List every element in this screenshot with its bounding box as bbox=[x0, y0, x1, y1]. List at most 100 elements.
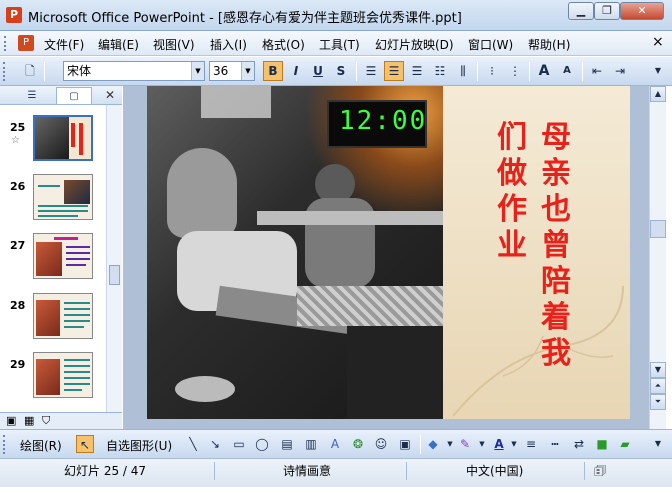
slideshow-icon[interactable]: ⛉ bbox=[42, 414, 50, 428]
picture-icon[interactable]: ▣ bbox=[396, 435, 414, 453]
diagram-icon[interactable]: ❂ bbox=[349, 435, 367, 453]
menu-view[interactable]: 视图(V) bbox=[153, 36, 195, 53]
close-icon: ✕ bbox=[637, 4, 647, 17]
chevron-down-icon[interactable]: ▼ bbox=[510, 435, 518, 453]
chevron-down-icon[interactable]: ▼ bbox=[446, 435, 454, 453]
slides-icon: ▢ bbox=[69, 91, 79, 102]
menu-insert[interactable]: 插入(I) bbox=[210, 36, 247, 53]
dash-style-icon[interactable]: ┅ bbox=[546, 435, 564, 453]
align-right-icon[interactable]: ☰ bbox=[407, 61, 427, 81]
spelling-check-icon[interactable]: 🗊 bbox=[594, 462, 606, 484]
slide-sorter-icon[interactable]: ▦ bbox=[24, 414, 34, 427]
chevron-down-icon[interactable]: ▼ bbox=[241, 62, 254, 80]
next-slide-icon[interactable]: ⏷ bbox=[650, 394, 666, 410]
clipart-icon[interactable]: ☺ bbox=[372, 435, 390, 453]
slides-panel-scrollbar[interactable] bbox=[106, 105, 122, 412]
slide-vertical-scrollbar[interactable]: ▲ ▼ ⏶ ⏷ bbox=[649, 86, 666, 429]
restore-button[interactable]: ❐ bbox=[594, 2, 620, 20]
line-style-icon[interactable]: ≡ bbox=[522, 435, 540, 453]
decrease-font-size-button[interactable]: A bbox=[557, 61, 577, 81]
scroll-down-icon[interactable]: ▼ bbox=[650, 362, 666, 378]
close-button[interactable]: ✕ bbox=[620, 2, 664, 20]
italic-button[interactable]: I bbox=[286, 61, 306, 81]
arrow-icon[interactable]: ↘ bbox=[206, 435, 224, 453]
wordart-icon[interactable]: A bbox=[326, 435, 344, 453]
slide-number: 25 bbox=[10, 121, 26, 134]
numbering-icon[interactable]: ⁝ bbox=[482, 61, 502, 81]
toolbar-grip[interactable] bbox=[3, 62, 6, 81]
menubar-grip[interactable] bbox=[4, 36, 7, 51]
slide-thumbnail-27[interactable]: 27 bbox=[0, 231, 106, 287]
menu-window[interactable]: 窗口(W) bbox=[468, 36, 513, 53]
rectangle-icon[interactable]: ▭ bbox=[230, 435, 248, 453]
underline-button[interactable]: U bbox=[308, 61, 328, 81]
slide-title-line1[interactable]: 母亲也曾陪着我 bbox=[535, 120, 577, 372]
font-name-select[interactable]: 宋体 ▼ bbox=[63, 61, 205, 81]
status-separator bbox=[214, 462, 215, 480]
toolbar-options-icon[interactable]: ▼ bbox=[651, 61, 665, 81]
distribute-icon[interactable]: ☷ bbox=[430, 61, 450, 81]
3d-style-icon[interactable]: ▰ bbox=[616, 435, 634, 453]
decrease-indent-icon[interactable]: ⇤ bbox=[587, 61, 607, 81]
outline-icon: ☰ bbox=[27, 90, 37, 101]
textbox-icon[interactable]: ▤ bbox=[278, 435, 296, 453]
select-pointer-icon[interactable]: ↖ bbox=[76, 435, 94, 453]
scroll-up-icon[interactable]: ▲ bbox=[650, 86, 666, 102]
menu-bar: P 文件(F) 编辑(E) 视图(V) 插入(I) 格式(O) 工具(T) 幻灯… bbox=[0, 31, 672, 56]
previous-slide-icon[interactable]: ⏶ bbox=[650, 378, 666, 394]
slide-text-panel: 母亲也曾陪着我 们做作业 bbox=[443, 86, 630, 419]
autoshapes-menu-button[interactable]: 自选图形(U) bbox=[106, 437, 172, 454]
font-size-select[interactable]: 36 ▼ bbox=[209, 61, 255, 81]
language-indicator: 中文(中国) bbox=[466, 464, 524, 478]
slide-title-line2[interactable]: 们做作业 bbox=[491, 120, 533, 264]
status-separator bbox=[406, 462, 407, 480]
menu-file[interactable]: 文件(F) bbox=[44, 36, 84, 53]
toolbar-separator bbox=[477, 62, 478, 81]
slide-thumbnail-29[interactable]: 29 bbox=[0, 350, 106, 406]
minimize-button[interactable]: ▁ bbox=[568, 2, 594, 20]
draw-menu-button[interactable]: 绘图(R) bbox=[20, 437, 62, 454]
scroll-thumb[interactable] bbox=[109, 265, 120, 285]
font-color-icon[interactable]: A bbox=[490, 435, 508, 453]
arrow-style-icon[interactable]: ⇄ bbox=[570, 435, 588, 453]
current-slide[interactable]: 12:00 母亲也曾陪着我 们做作业 bbox=[147, 86, 630, 419]
increase-indent-icon[interactable]: ⇥ bbox=[610, 61, 630, 81]
thumbnail-image bbox=[33, 115, 93, 161]
menu-edit[interactable]: 编辑(E) bbox=[98, 36, 139, 53]
vertical-textbox-icon[interactable]: ▥ bbox=[302, 435, 320, 453]
powerpoint-app-icon[interactable]: P bbox=[6, 7, 22, 23]
line-color-icon[interactable]: ✎ bbox=[456, 435, 474, 453]
oval-icon[interactable]: ◯ bbox=[253, 435, 271, 453]
line-icon[interactable]: ╲ bbox=[184, 435, 202, 453]
bold-button[interactable]: B bbox=[263, 61, 283, 81]
column-icon[interactable]: ⫼ bbox=[453, 61, 473, 81]
align-center-icon[interactable]: ☰ bbox=[384, 61, 404, 81]
chevron-down-icon[interactable]: ▼ bbox=[191, 62, 204, 80]
shadow-style-icon[interactable]: ■ bbox=[593, 435, 611, 453]
shadow-button[interactable]: S bbox=[331, 61, 351, 81]
slide-thumbnail-25[interactable]: 25 ☆ bbox=[0, 113, 106, 169]
menu-slideshow[interactable]: 幻灯片放映(D) bbox=[375, 36, 454, 53]
align-left-icon[interactable]: ☰ bbox=[361, 61, 381, 81]
font-size-value: 36 bbox=[213, 64, 229, 78]
toolbar-grip[interactable] bbox=[3, 435, 6, 454]
slide-thumbnail-28[interactable]: 28 bbox=[0, 291, 106, 347]
document-close-icon[interactable]: × bbox=[652, 34, 664, 50]
new-document-icon[interactable]: 🗋 bbox=[20, 61, 40, 81]
scroll-thumb[interactable] bbox=[650, 220, 666, 238]
menu-format[interactable]: 格式(O) bbox=[262, 36, 305, 53]
tab-slides[interactable]: ▢ bbox=[56, 87, 92, 104]
toolbar-options-icon[interactable]: ▼ bbox=[651, 435, 665, 453]
tab-outline[interactable]: ☰ bbox=[14, 87, 50, 104]
slide-thumbnail-26[interactable]: 26 bbox=[0, 172, 106, 228]
normal-view-icon[interactable]: ▣ bbox=[6, 414, 16, 427]
fill-color-icon[interactable]: ◆ bbox=[424, 435, 442, 453]
increase-font-size-button[interactable]: A bbox=[534, 61, 554, 81]
bullets-icon[interactable]: ⋮ bbox=[505, 61, 525, 81]
menu-tools[interactable]: 工具(T) bbox=[319, 36, 360, 53]
panel-close-icon[interactable]: ✕ bbox=[102, 87, 118, 103]
design-template-name: 诗情画意 bbox=[283, 464, 332, 478]
chevron-down-icon[interactable]: ▼ bbox=[478, 435, 486, 453]
menu-help[interactable]: 帮助(H) bbox=[528, 36, 570, 53]
document-icon[interactable]: P bbox=[18, 35, 34, 51]
